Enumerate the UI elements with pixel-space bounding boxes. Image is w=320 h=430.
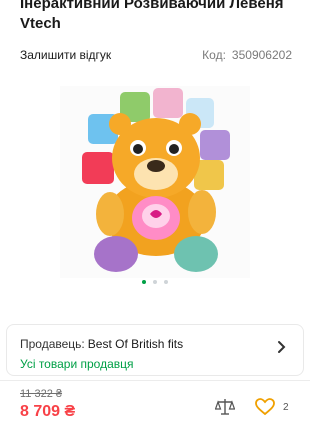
product-title: Інерактивний Розвиваючий Левеня Vtech <box>20 0 284 32</box>
product-image[interactable] <box>60 86 250 278</box>
old-price: 11 322 ₴ <box>20 388 63 400</box>
review-row: Залишити відгук Код: 350906202 <box>20 48 292 62</box>
product-code-label: Код: <box>202 48 226 62</box>
product-code: Код: 350906202 <box>202 48 292 62</box>
gallery-dot-2[interactable] <box>153 280 157 284</box>
compare-scales-icon[interactable] <box>215 398 235 416</box>
seller-name: Best Of British fits <box>87 337 184 351</box>
current-price: 8 709 ₴ <box>20 403 76 420</box>
leave-review-link[interactable]: Залишити відгук <box>20 48 111 62</box>
chevron-right-icon <box>278 341 286 353</box>
gallery-dot-3[interactable] <box>164 280 168 284</box>
product-code-value: 350906202 <box>231 48 292 62</box>
gallery-dot-1[interactable] <box>142 280 146 284</box>
seller-card[interactable]: Продавець: Best Of British fits Усі товар… <box>6 324 304 376</box>
likes-count: 2 <box>283 402 289 413</box>
all-seller-products-link[interactable]: Усі товари продавця <box>20 357 133 371</box>
lion-toy-illustration <box>82 88 230 272</box>
gallery-pagination <box>0 280 310 284</box>
seller-info: Продавець: Best Of British fits <box>20 337 183 351</box>
seller-label: Продавець: <box>20 337 85 351</box>
heart-icon[interactable] <box>255 398 275 416</box>
divider <box>0 380 310 381</box>
